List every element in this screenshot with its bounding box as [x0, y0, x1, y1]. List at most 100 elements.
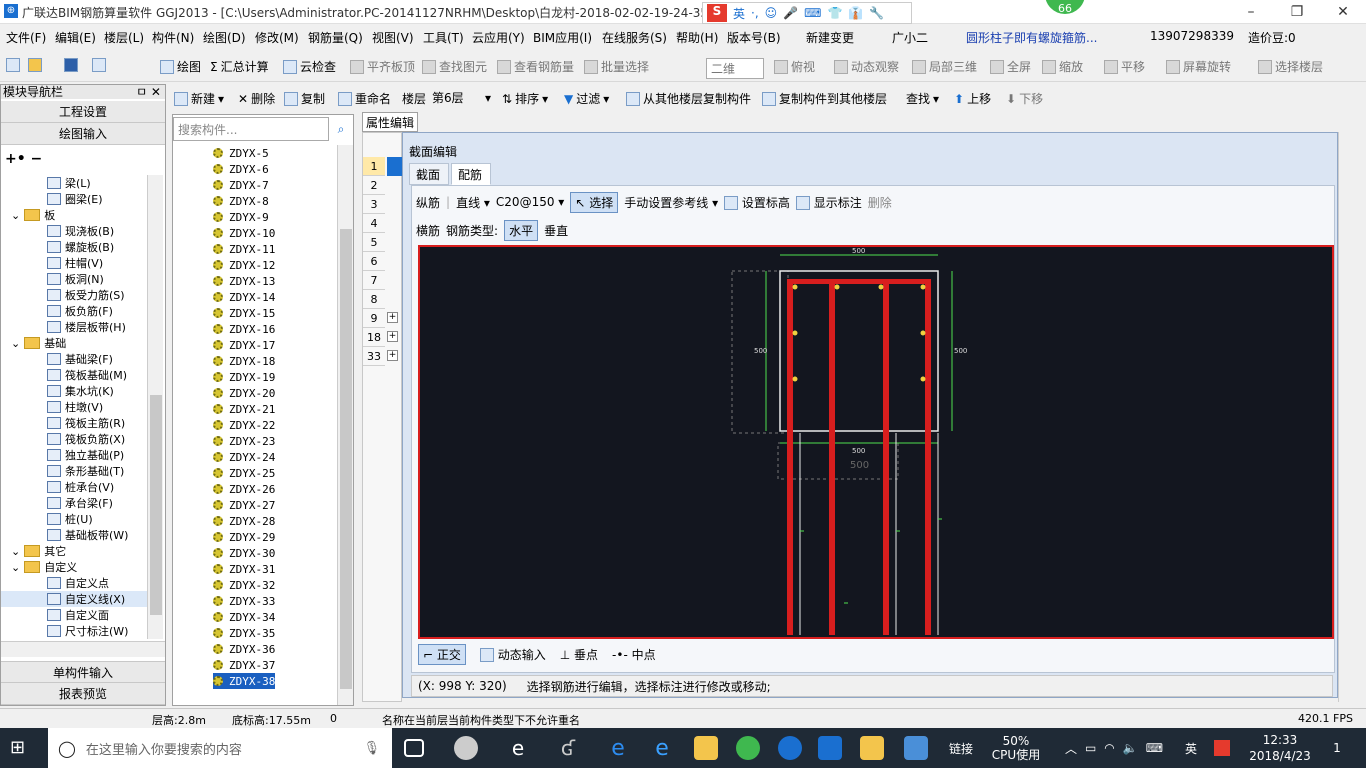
line-type-select[interactable]: 直线 ▾	[456, 194, 490, 211]
nav-item[interactable]: 条形基础(T)	[1, 463, 147, 479]
component-scroll-thumb[interactable]	[340, 229, 352, 689]
pinwheel-app-icon[interactable]	[454, 736, 478, 760]
maximize-button[interactable]: ❐	[1274, 0, 1320, 24]
rebar-vertical-2[interactable]	[829, 279, 835, 635]
task-view-icon[interactable]	[404, 739, 424, 757]
view-rebar-button[interactable]: 查看钢筋量	[497, 58, 574, 75]
expand-row-icon[interactable]: +	[387, 350, 398, 361]
menu-component[interactable]: 构件(N)	[152, 29, 194, 46]
nav-item[interactable]: 尺寸标注(W)	[1, 623, 147, 639]
file-explorer-icon[interactable]	[694, 736, 718, 760]
copy-to-floor-button[interactable]: 复制构件到其他楼层	[762, 90, 887, 107]
expand-collapse-icon[interactable]: +• −	[5, 151, 42, 167]
hbar-button[interactable]: 横筋	[416, 222, 440, 239]
fullscreen-button[interactable]: 全屏	[990, 58, 1031, 75]
copy-from-floor-button[interactable]: 从其他楼层复制构件	[626, 90, 751, 107]
component-item[interactable]: ZDYX-21	[213, 401, 275, 417]
select-button[interactable]: ↖ 选择	[570, 191, 619, 213]
report-preview-button[interactable]: 报表预览	[1, 683, 165, 705]
nav-item[interactable]: 梁(L)	[1, 175, 147, 191]
rebar-vertical-3[interactable]	[883, 279, 889, 635]
delete-button[interactable]: ✕ 删除	[238, 90, 275, 107]
nav-item[interactable]: 自定义点	[1, 575, 147, 591]
notification-badge[interactable]: 66	[1043, 0, 1087, 16]
glodon-g-icon[interactable]	[778, 736, 802, 760]
pin-close-icon[interactable]: ㅁ ✕	[136, 85, 165, 99]
component-item[interactable]: ZDYX-10	[213, 225, 275, 241]
menu-rebar[interactable]: 钢筋量(Q)	[308, 29, 363, 46]
menu-file[interactable]: 文件(F)	[6, 29, 46, 46]
nav-item[interactable]: 基础梁(F)	[1, 351, 147, 367]
dynamic-input-button[interactable]: 动态输入	[479, 646, 546, 663]
nav-item[interactable]: 现浇板(B)	[1, 223, 147, 239]
nav-item[interactable]: 板受力筋(S)	[1, 287, 147, 303]
menu-bim[interactable]: BIM应用(I)	[533, 29, 592, 46]
dim-label-top[interactable]: 500	[852, 247, 865, 255]
nav-item[interactable]: 圈梁(E)	[1, 191, 147, 207]
property-edit-tab[interactable]: 属性编辑	[362, 112, 418, 132]
nav-item[interactable]: 螺旋板(B)	[1, 239, 147, 255]
emoji-icon[interactable]: ☺	[765, 6, 778, 20]
chevron-down-icon[interactable]: ⌄	[11, 545, 20, 558]
property-row-number[interactable]: 4	[363, 214, 385, 233]
nav-item[interactable]: 楼层板带(H)	[1, 319, 147, 335]
nav-item[interactable]: 基础板带(W)	[1, 527, 147, 543]
component-item[interactable]: ZDYX-33	[213, 593, 275, 609]
zoom-button[interactable]: 缩放	[1042, 58, 1083, 75]
nav-item[interactable]: 桩承台(V)	[1, 479, 147, 495]
menu-online[interactable]: 在线服务(S)	[602, 29, 667, 46]
new-file-icon[interactable]	[6, 58, 20, 72]
dynamic-view-button[interactable]: 动态观察	[834, 58, 899, 75]
component-item[interactable]: ZDYX-13	[213, 273, 275, 289]
property-row-number[interactable]: 33	[363, 347, 385, 366]
tray-icons[interactable]: ︿ ▭ ◠ 🔈 ⌨	[1054, 728, 1174, 768]
punct-icon[interactable]: ·,	[751, 6, 759, 20]
mic-icon[interactable]: 🎤	[783, 6, 798, 20]
sogou-tray-icon[interactable]	[1210, 728, 1234, 768]
nav-scroll-thumb[interactable]	[150, 395, 162, 615]
component-item[interactable]: ZDYX-18	[213, 353, 275, 369]
move-down-button[interactable]: ⬇ 下移	[1006, 90, 1043, 107]
component-item[interactable]: ZDYX-26	[213, 481, 275, 497]
property-row-number[interactable]: 3	[363, 195, 385, 214]
shirt-icon[interactable]: 👔	[848, 6, 863, 20]
sum-calc-button[interactable]: Σ 汇总计算	[210, 58, 269, 75]
nav-folder[interactable]: ⌄ 自定义	[1, 559, 147, 575]
component-item[interactable]: ZDYX-11	[213, 241, 275, 257]
pan-button[interactable]: 平移	[1104, 58, 1145, 75]
midpoint-button[interactable]: -•- 中点	[612, 646, 656, 663]
component-item[interactable]: ZDYX-37	[213, 657, 275, 673]
component-item[interactable]: ZDYX-6	[213, 161, 269, 177]
set-height-button[interactable]: 设置标高	[724, 194, 790, 211]
nav-item[interactable]: 自定义面	[1, 607, 147, 623]
menu-help[interactable]: 帮助(H)	[676, 29, 718, 46]
longbar-button[interactable]: 纵筋	[416, 194, 440, 211]
rebar-top[interactable]	[787, 279, 931, 284]
nav-item[interactable]: 独立基础(P)	[1, 447, 147, 463]
menu-new-change[interactable]: 新建变更	[806, 29, 854, 46]
component-item[interactable]: ZDYX-31	[213, 561, 275, 577]
bim-task-icon[interactable]	[818, 736, 842, 760]
cpu-usage[interactable]: 50% CPU使用	[986, 728, 1046, 768]
property-row-number[interactable]: 18	[363, 328, 385, 347]
find-button[interactable]: 查找 ▾	[906, 90, 939, 107]
property-scrollbar[interactable]	[1338, 132, 1356, 702]
component-item[interactable]: ZDYX-7	[213, 177, 269, 193]
rename-button[interactable]: 重命名	[338, 90, 391, 107]
price-beans[interactable]: 造价豆:0	[1248, 29, 1296, 46]
property-row-number[interactable]: 1	[363, 157, 385, 176]
component-item[interactable]: ZDYX-38	[213, 673, 276, 689]
nav-item[interactable]: 桩(U)	[1, 511, 147, 527]
flat-slab-button[interactable]: 平齐板顶	[350, 58, 415, 75]
property-row-number[interactable]: 6	[363, 252, 385, 271]
component-item[interactable]: ZDYX-22	[213, 417, 275, 433]
tray-link[interactable]: 链接	[940, 728, 982, 768]
select-floor-button[interactable]: 选择楼层	[1258, 58, 1323, 75]
anchor-point[interactable]	[792, 330, 798, 336]
delete-rebar-button[interactable]: 删除	[868, 194, 892, 211]
notification-center-icon[interactable]: 1	[1322, 728, 1352, 768]
local-3d-button[interactable]: 局部三维	[912, 58, 977, 75]
chevron-down-icon[interactable]: ⌄	[11, 561, 20, 574]
component-item[interactable]: ZDYX-5	[213, 145, 269, 161]
clock[interactable]: 12:33 2018/4/23	[1240, 728, 1320, 768]
